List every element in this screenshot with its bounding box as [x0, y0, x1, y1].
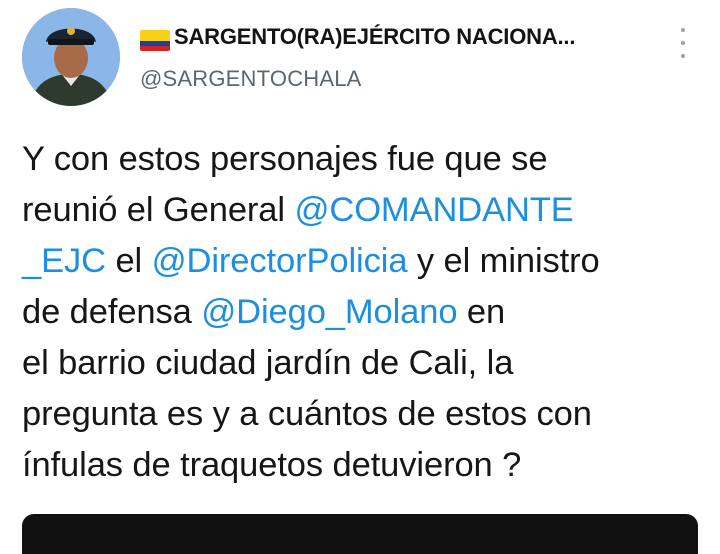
tweet-line: reunió el General @COMANDANTE — [22, 185, 712, 236]
tweet-text-segment: el barrio ciudad jardín de Cali, la — [22, 344, 514, 382]
tweet-line: el barrio ciudad jardín de Cali, la — [22, 338, 712, 389]
avatar[interactable] — [22, 8, 120, 106]
tweet-text-segment: de defensa — [22, 293, 202, 331]
mention-link[interactable]: @DirectorPolicia — [152, 242, 408, 280]
mention-link[interactable]: @Diego_Molano — [201, 293, 457, 331]
tweet-text-segment: en — [457, 293, 506, 331]
tweet-text-segment: y el ministro — [407, 242, 600, 280]
mention-link[interactable]: @COMANDANTE — [294, 191, 573, 229]
colombia-flag-icon — [140, 30, 170, 51]
tweet-line: _EJC el @DirectorPolicia y el ministro — [22, 236, 712, 287]
tweet-text-segment: Y con estos personajes fue que se — [22, 140, 548, 178]
tweet-line: Y con estos personajes fue que se — [22, 134, 712, 185]
more-vertical-icon[interactable] — [674, 28, 692, 58]
tweet-text-segment: ínfulas de traquetos detuvieron ? — [22, 446, 522, 484]
mention-link[interactable]: _EJC — [22, 242, 106, 280]
author-handle[interactable]: @SARGENTOCHALA — [140, 66, 362, 92]
tweet-text-segment: reunió el General — [22, 191, 295, 229]
tweet-text: Y con estos personajes fue que se reunió … — [22, 134, 712, 491]
tweet-line: pregunta es y a cuántos de estos con — [22, 389, 712, 440]
profile-photo-icon — [22, 8, 120, 106]
tweet-line: ínfulas de traquetos detuvieron ? — [22, 440, 712, 491]
tweet-text-segment: el — [105, 242, 152, 280]
tweet-text-segment: pregunta es y a cuántos de estos con — [22, 395, 592, 433]
tweet-media[interactable] — [22, 514, 698, 554]
author-display-name[interactable]: SARGENTO(RA)EJÉRCITO NACIONA... — [174, 24, 575, 50]
tweet-line: de defensa @Diego_Molano en — [22, 287, 712, 338]
